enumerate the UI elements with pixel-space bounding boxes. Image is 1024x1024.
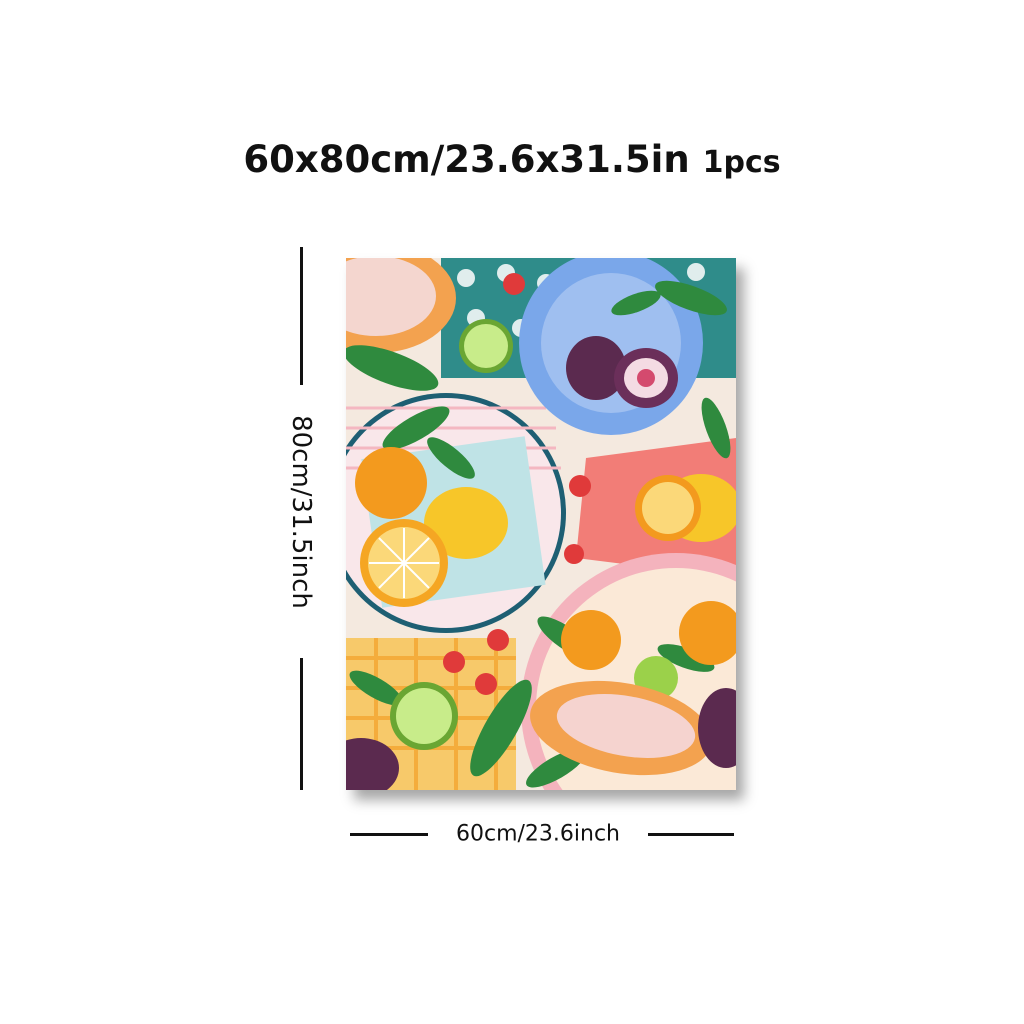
height-dimension-label: 80cm/31.5inch	[286, 415, 316, 609]
orange-slice-right-flesh	[642, 482, 694, 534]
orange-slice-segments	[369, 528, 439, 598]
size-text: 60x80cm/23.6x31.5in	[243, 138, 690, 181]
fruit-artwork	[346, 258, 736, 790]
product-size-title: 60x80cm/23.6x31.5in 1pcs	[0, 138, 1024, 181]
height-dimension-line-bottom	[300, 658, 303, 790]
quantity-text: 1pcs	[702, 145, 781, 180]
lime-slice-bottom-flesh	[396, 688, 452, 744]
width-dimension-label: 60cm/23.6inch	[455, 821, 621, 847]
width-dimension-line-right	[648, 833, 734, 836]
orange-whole	[355, 447, 427, 519]
height-dimension-line-top	[300, 247, 303, 385]
orange-lower-plate	[561, 610, 621, 670]
lime-slice-top-flesh	[464, 324, 508, 368]
fig-seeds	[637, 369, 655, 387]
canvas-print	[346, 258, 736, 790]
width-dimension-line-left	[350, 833, 428, 836]
